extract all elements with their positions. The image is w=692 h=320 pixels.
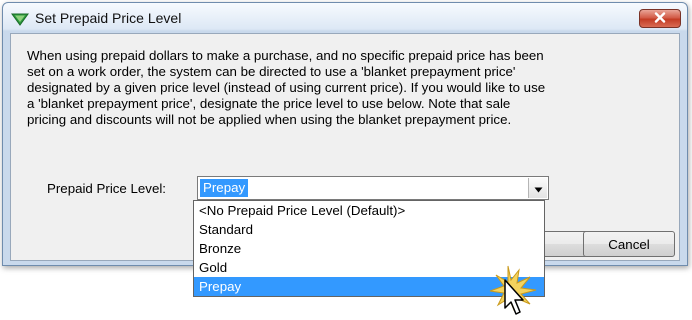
selected-value: Prepay <box>200 179 249 197</box>
chevron-down-icon <box>534 181 543 196</box>
close-icon <box>654 11 666 26</box>
dropdown-option-bronze[interactable]: Bronze <box>194 239 544 258</box>
dropdown-option-standard[interactable]: Standard <box>194 220 544 239</box>
mouse-pointer-icon <box>486 264 542 320</box>
description-line: a 'blanket prepayment price', designate … <box>27 96 511 111</box>
description-line: pricing and discounts will not be applie… <box>27 112 512 127</box>
dialog-title: Set Prepaid Price Level <box>35 10 182 26</box>
description-text: When using prepaid dollars to make a pur… <box>27 48 667 128</box>
description-line: When using prepaid dollars to make a pur… <box>27 48 544 63</box>
cancel-button[interactable]: Cancel <box>583 231 675 257</box>
description-line: set on a work order, the system can be d… <box>27 64 516 79</box>
close-button[interactable] <box>639 9 681 28</box>
dropdown-option-default[interactable]: <No Prepaid Price Level (Default)> <box>194 201 544 220</box>
prepaid-price-level-select[interactable]: Prepay <box>197 176 549 200</box>
title-bar[interactable]: Set Prepaid Price Level <box>3 3 687 33</box>
description-line: designated by a given price level (inste… <box>27 80 546 95</box>
dropdown-toggle[interactable] <box>528 178 547 198</box>
prepaid-price-level-label: Prepaid Price Level: <box>47 181 166 196</box>
check-arrow-icon <box>11 11 29 27</box>
